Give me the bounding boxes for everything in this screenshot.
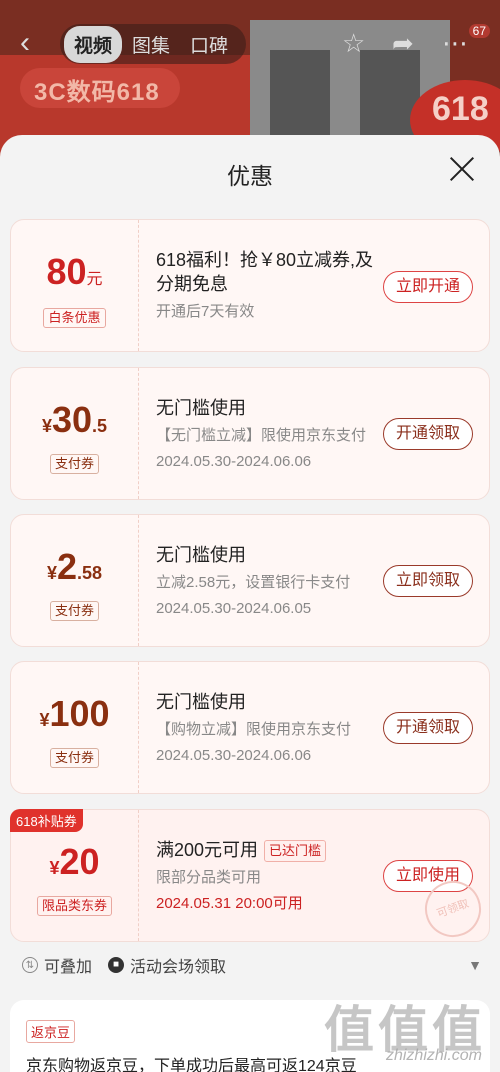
watermark-url: zhizhizhi.com	[385, 1047, 482, 1064]
coupon-amount-area: ¥20 限品类东券	[11, 810, 139, 941]
coupon-title: 无门槛使用	[156, 692, 246, 712]
tab-gallery[interactable]: 图集	[122, 26, 180, 63]
media-tabs: 视频 图集 口碑	[60, 24, 246, 64]
coupon-type-tag: 支付券	[49, 601, 99, 621]
more-icon[interactable]: ⋯	[442, 28, 468, 58]
activate-claim-button[interactable]: 开通领取	[383, 712, 473, 744]
banner-text: 3C数码618	[34, 79, 160, 106]
coupon-type-tag: 支付券	[49, 454, 99, 474]
close-icon[interactable]	[446, 153, 478, 185]
coupon-type-tag: 白条优惠	[43, 308, 106, 328]
stackable-label: 可叠加	[44, 959, 93, 976]
star-icon[interactable]: ☆	[342, 28, 365, 58]
coupon-validity: 2024.05.30-2024.06.05	[156, 600, 312, 617]
threshold-reached-badge: 已达门槛	[264, 840, 327, 863]
coupon-amount: ¥100	[39, 693, 110, 734]
coupon-details: 满200元可用 已达门槛 限部分品类可用 2024.05.31 20:00可用	[156, 838, 376, 914]
coupon-footer: ⇅ 可叠加 ■ 活动会场领取 ▼	[22, 953, 482, 977]
coupon-card: ¥2.58 支付券 无门槛使用 立减2.58元，设置银行卡支付 2024.05.…	[10, 514, 490, 647]
claim-now-button[interactable]: 立即领取	[383, 565, 473, 597]
coupon-amount-area: ¥100 支付券	[11, 662, 139, 793]
coupon-validity: 2024.05.30-2024.06.06	[156, 747, 312, 764]
coupon-card: ¥100 支付券 无门槛使用 【购物立减】限使用京东支付 2024.05.30-…	[10, 661, 490, 794]
back-icon[interactable]: ‹	[20, 28, 30, 58]
jd-beans-text: 京东购物返京豆，下单成功后最高可返124京豆	[26, 1058, 357, 1072]
coupon-card: ¥30.5 支付券 无门槛使用 【无门槛立减】限使用京东支付 2024.05.3…	[10, 367, 490, 500]
coupon-details: 618福利！抢￥80立减券,及分期免息 开通后7天有效	[156, 248, 376, 322]
coupon-description: 限部分品类可用	[156, 869, 262, 887]
coupon-amount-area: 80元 白条优惠	[11, 220, 139, 351]
jd-beans-tag: 返京豆	[26, 1020, 76, 1043]
coupon-amount: ¥2.58	[46, 546, 103, 587]
coupon-amount: ¥30.5	[41, 399, 108, 440]
message-count-badge: 67	[468, 24, 490, 38]
share-icon[interactable]: ➦	[392, 28, 414, 58]
coupon-validity: 2024.05.30-2024.06.06	[156, 453, 312, 470]
coupon-amount-area: ¥2.58 支付券	[11, 515, 139, 646]
coupon-card: 80元 白条优惠 618福利！抢￥80立减券,及分期免息 开通后7天有效 立即开…	[10, 219, 490, 352]
discount-sheet: 优惠 80元 白条优惠 618福利！抢￥80立减券,及分期免息 开通后7天有效 …	[0, 135, 500, 1072]
coupon-type-tag: 限品类东券	[36, 896, 112, 916]
coupon-validity: 开通后7天有效	[156, 303, 255, 320]
coupon-description: 【购物立减】限使用京东支付	[156, 721, 352, 738]
coupon-type-tag: 支付券	[49, 748, 99, 768]
stack-icon: ⇅	[22, 957, 38, 973]
activate-now-button[interactable]: 立即开通	[383, 271, 473, 303]
coupon-title: 无门槛使用	[156, 398, 246, 418]
coupon-details: 无门槛使用 【购物立减】限使用京东支付 2024.05.30-2024.06.0…	[156, 690, 376, 766]
coupon-description: 【无门槛立减】限使用京东支付	[156, 427, 367, 444]
sheet-title: 优惠	[227, 163, 273, 189]
chevron-down-icon[interactable]: ▼	[468, 957, 482, 973]
coupon-description: 立减2.58元，设置银行卡支付	[156, 574, 351, 591]
coupon-amount: ¥20	[49, 841, 100, 882]
venue-label: 活动会场领取	[130, 959, 227, 976]
coupon-card: 618补贴券 ¥20 限品类东券 满200元可用 已达门槛 限部分品类可用 202…	[10, 809, 490, 945]
venue-icon: ■	[108, 957, 125, 973]
coupon-title: 无门槛使用	[156, 545, 246, 565]
tab-video[interactable]: 视频	[64, 25, 123, 63]
coupon-amount: 80元	[46, 251, 103, 292]
activate-claim-button[interactable]: 开通领取	[383, 418, 473, 450]
coupon-title: 满200元可用 已达门槛	[156, 838, 376, 863]
tab-reviews[interactable]: 口碑	[180, 26, 238, 63]
coupon-details: 无门槛使用 立减2.58元，设置银行卡支付 2024.05.30-2024.06…	[156, 543, 376, 619]
coupon-title: 618福利！抢￥80立减券,及分期免息	[156, 250, 374, 294]
coupon-details: 无门槛使用 【无门槛立减】限使用京东支付 2024.05.30-2024.06.…	[156, 396, 376, 472]
coupon-amount-area: ¥30.5 支付券	[11, 368, 139, 499]
coupon-validity: 2024.05.31 20:00可用	[156, 895, 303, 913]
